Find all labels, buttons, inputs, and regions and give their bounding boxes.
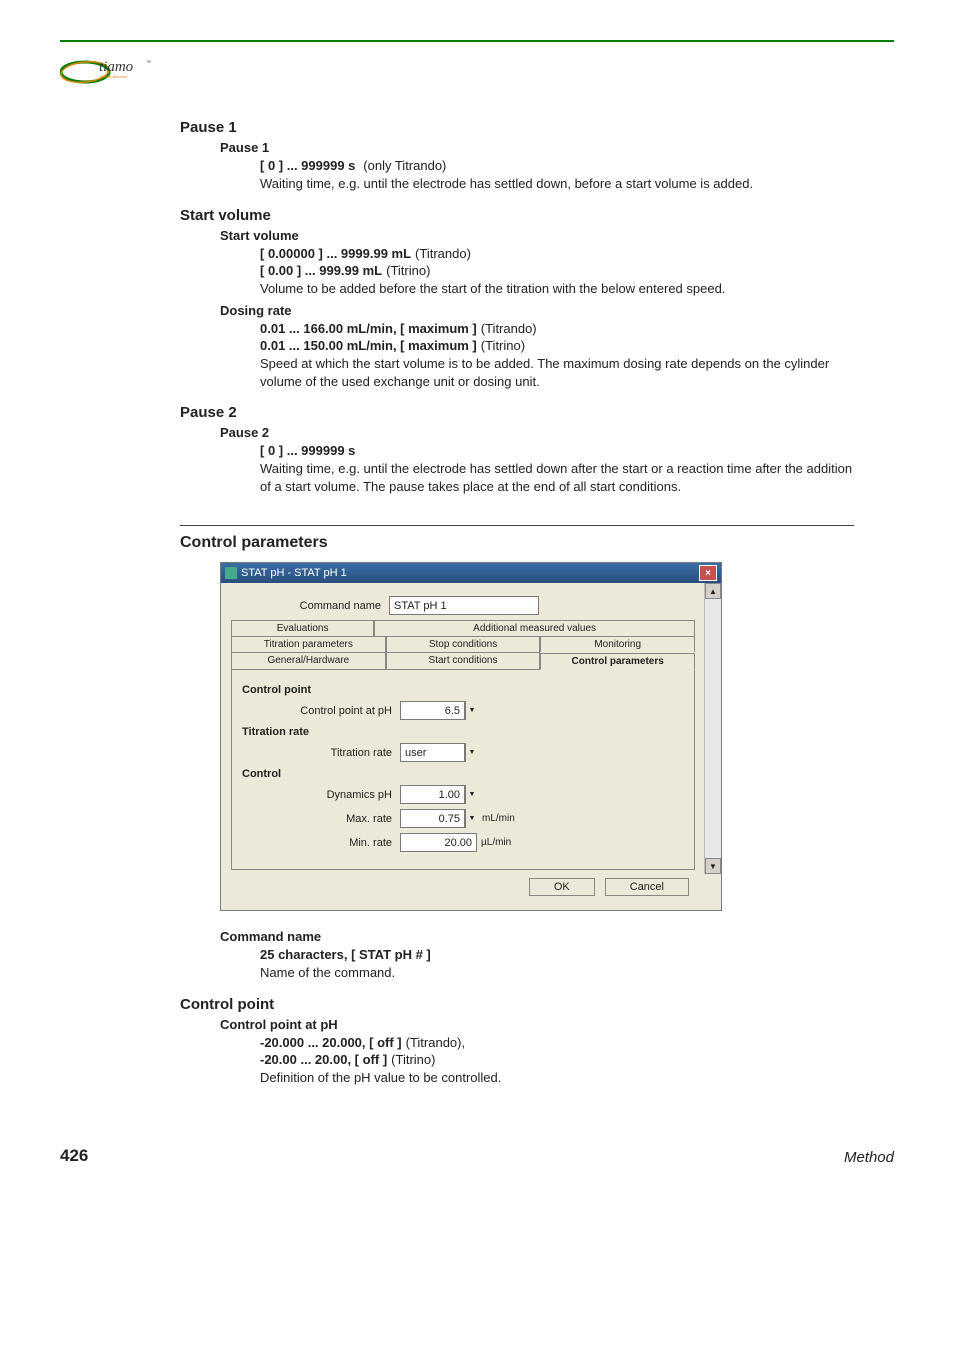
ok-button[interactable]: OK (529, 878, 595, 896)
logo: tiamo ™ titration and more (60, 48, 894, 105)
heading-pause2: Pause 2 (180, 404, 854, 421)
select-titration-rate[interactable]: user (400, 743, 465, 762)
unit-min-rate: µL/min (481, 837, 511, 848)
label-min-rate: Min. rate (242, 837, 400, 849)
note-dr2: (Titrino) (481, 338, 525, 353)
close-button[interactable]: × (699, 565, 717, 581)
heading-control-parameters: Control parameters (180, 534, 854, 552)
scrollbar[interactable]: ▲ ▼ (704, 583, 721, 874)
heading-startvol: Start volume (180, 207, 854, 224)
app-icon (225, 567, 237, 579)
range-sv1: [ 0.00000 ] ... 9999.99 mL (260, 246, 411, 261)
range-pause2: [ 0 ] ... 999999 s (260, 443, 355, 458)
scroll-down-icon[interactable]: ▼ (705, 858, 721, 874)
desc-cmdname: Name of the command. (260, 964, 854, 982)
desc-sv: Volume to be added before the start of t… (260, 280, 854, 298)
desc-pause1: Waiting time, e.g. until the electrode h… (260, 175, 854, 193)
range-dr1: 0.01 ... 166.00 mL/min, [ maximum ] (260, 321, 477, 336)
range-sv2: [ 0.00 ] ... 999.99 mL (260, 263, 382, 278)
range-dr2: 0.01 ... 150.00 mL/min, [ maximum ] (260, 338, 477, 353)
dialog-title: STAT pH - STAT pH 1 (241, 567, 347, 579)
tab-general-hardware[interactable]: General/Hardware (231, 652, 386, 669)
note-pause1: (only Titrando) (363, 158, 446, 173)
tab-additional-values[interactable]: Additional measured values (374, 620, 695, 636)
tab-monitoring[interactable]: Monitoring (540, 636, 695, 652)
tab-titration-parameters[interactable]: Titration parameters (231, 636, 386, 652)
param-dosingrate: Dosing rate (220, 303, 854, 318)
desc-pause2: Waiting time, e.g. until the electrode h… (260, 460, 854, 495)
group-titration-rate: Titration rate (242, 726, 684, 738)
unit-max-rate: mL/min (482, 813, 515, 824)
input-min-rate[interactable]: 20.00 (400, 833, 477, 852)
svg-text:titration and more: titration and more (100, 75, 127, 79)
header-rule (60, 40, 894, 42)
param-pause1: Pause 1 (220, 140, 854, 155)
chevron-down-icon[interactable]: ▼ (465, 809, 478, 828)
label-control-point: Control point at pH (242, 705, 400, 717)
svg-text:tiamo: tiamo (99, 59, 134, 75)
main-content: Pause 1 Pause 1 [ 0 ] ... 999999 s (only… (180, 119, 854, 1086)
tab-stop-conditions[interactable]: Stop conditions (386, 636, 541, 652)
desc-dr: Speed at which the start volume is to be… (260, 355, 854, 390)
footer-section: Method (844, 1149, 894, 1166)
param-commandname: Command name (220, 929, 854, 944)
desc-cpoint: Definition of the pH value to be control… (260, 1069, 854, 1087)
param-pause2: Pause 2 (220, 425, 854, 440)
heading-pause1: Pause 1 (180, 119, 854, 136)
range-cp2: -20.00 ... 20.00, [ off ] (260, 1052, 387, 1067)
note-dr1: (Titrando) (481, 321, 537, 336)
label-dynamics: Dynamics pH (242, 789, 400, 801)
cancel-button[interactable]: Cancel (605, 878, 689, 896)
tab-panel: Control point Control point at pH 6.5 ▼ … (231, 669, 695, 870)
label-titration-rate: Titration rate (242, 747, 400, 759)
range-cp1: -20.000 ... 20.000, [ off ] (260, 1035, 402, 1050)
input-dynamics[interactable]: 1.00 (400, 785, 465, 804)
page-number: 426 (60, 1146, 88, 1166)
input-control-point[interactable]: 6.5 (400, 701, 465, 720)
section-rule (180, 525, 854, 526)
logo-swoosh-icon: tiamo ™ titration and more (60, 52, 170, 87)
label-command-name: Command name (231, 600, 389, 612)
group-control: Control (242, 768, 684, 780)
footer: 426 Method (60, 1146, 894, 1166)
param-startvolume: Start volume (220, 228, 854, 243)
dialog-stat-ph: STAT pH - STAT pH 1 × ▲ ▼ Command name S… (220, 562, 722, 911)
tab-evaluations[interactable]: Evaluations (231, 620, 374, 636)
param-cpoint: Control point at pH (220, 1017, 854, 1032)
tab-start-conditions[interactable]: Start conditions (386, 652, 541, 669)
group-control-point: Control point (242, 684, 684, 696)
svg-text:™: ™ (146, 60, 151, 66)
tab-control-parameters[interactable]: Control parameters (540, 653, 695, 670)
input-max-rate[interactable]: 0.75 (400, 809, 465, 828)
note-sv2: (Titrino) (386, 263, 430, 278)
input-command-name[interactable]: STAT pH 1 (389, 596, 539, 615)
chevron-down-icon[interactable]: ▼ (465, 701, 478, 720)
note-sv1: (Titrando) (415, 246, 471, 261)
dialog-titlebar: STAT pH - STAT pH 1 × (221, 563, 721, 583)
heading-control-point: Control point (180, 996, 854, 1013)
chevron-down-icon[interactable]: ▼ (465, 743, 478, 762)
scroll-up-icon[interactable]: ▲ (705, 583, 721, 599)
range-pause1: [ 0 ] ... 999999 s (260, 158, 355, 173)
range-cmdname: 25 characters, [ STAT pH # ] (260, 947, 431, 962)
note-cp1: (Titrando), (406, 1035, 465, 1050)
chevron-down-icon[interactable]: ▼ (465, 785, 478, 804)
note-cp2: (Titrino) (391, 1052, 435, 1067)
label-max-rate: Max. rate (242, 813, 400, 825)
